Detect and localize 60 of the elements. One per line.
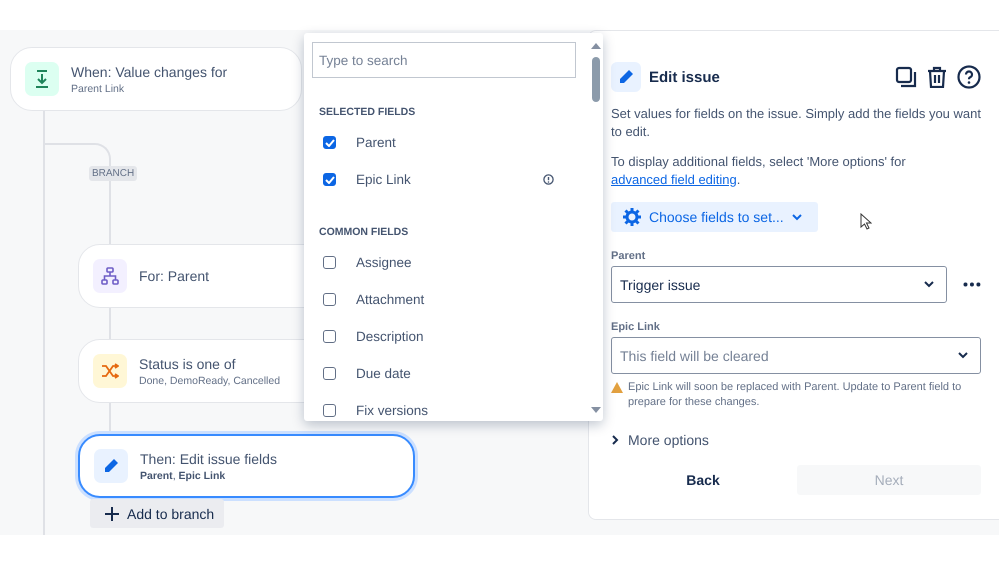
checkbox[interactable] <box>323 404 336 417</box>
field-option-label: Epic Link <box>356 172 412 187</box>
step-title: For: Parent <box>139 268 210 284</box>
scrollbar-thumb[interactable] <box>592 57 600 102</box>
info-icon <box>543 174 554 185</box>
field-option[interactable]: Parent <box>312 124 589 161</box>
chevron-icon <box>611 435 619 445</box>
step-subtitle: Parent, Epic Link <box>140 470 226 482</box>
step-subtitle: Done, DemoReady, Cancelled <box>139 374 280 386</box>
more-options-toggle[interactable]: More options <box>611 432 709 448</box>
choose-fields-button[interactable]: Choose fields to set... <box>611 202 818 232</box>
field-option-label: Assignee <box>356 255 413 270</box>
trigger-title: When: Value changes for <box>71 64 228 80</box>
copy-icon[interactable] <box>895 66 917 88</box>
field-option-label: Parent <box>356 135 397 150</box>
trigger-card[interactable]: When: Value changes for Parent Link <box>10 47 302 111</box>
search-field[interactable]: Type to search <box>312 42 576 78</box>
warning-icon <box>611 382 623 393</box>
trigger-subtitle: Parent Link <box>71 82 126 94</box>
step-title: Then: Edit issue fields <box>140 450 277 466</box>
field-label: Parent <box>611 250 646 262</box>
checkbox[interactable] <box>323 173 336 186</box>
warning-text: Epic Link will soon be replaced with Parent. Update to Parent field to prepare for these changes. <box>628 380 962 410</box>
more-icon[interactable] <box>963 282 981 287</box>
mouse-pointer-icon <box>860 212 872 230</box>
checkbox[interactable] <box>323 367 336 380</box>
select-field[interactable]: Trigger issue <box>611 266 948 303</box>
plus-icon <box>104 506 120 522</box>
help-icon[interactable] <box>957 65 981 89</box>
field-option-label: Fix versions <box>356 403 430 418</box>
checkbox[interactable] <box>323 293 336 306</box>
trash-icon[interactable] <box>927 66 947 88</box>
chevron-down-icon <box>792 214 802 220</box>
hierarchy-icon <box>101 267 119 285</box>
advanced-editing-link[interactable]: advanced field editing <box>611 172 737 187</box>
pencil-icon <box>618 69 634 85</box>
scroll-up-arrow-icon[interactable] <box>591 43 601 49</box>
section-heading: COMMON FIELDS <box>319 226 410 238</box>
panel-note: To display additional fields, select 'More options' for advanced field editing. <box>611 153 907 189</box>
scroll-down-arrow-icon[interactable] <box>591 407 601 413</box>
pencil-icon <box>103 458 119 474</box>
field-option[interactable]: Epic Link <box>312 161 589 198</box>
chevron-down-icon <box>958 352 968 359</box>
checkbox[interactable] <box>323 330 336 343</box>
add-to-branch-button[interactable]: Add to branch <box>90 499 224 528</box>
step-title: Status is one of <box>139 356 237 372</box>
shuffle-icon <box>101 363 119 379</box>
step-card[interactable]: Then: Edit issue fields Parent, Epic Link <box>78 434 415 498</box>
chevron-down-icon <box>924 281 934 288</box>
panel-title: Edit issue <box>649 68 720 86</box>
section-heading: SELECTED FIELDS <box>319 106 416 118</box>
checkbox[interactable] <box>323 136 336 149</box>
panel-description: Set values for fields on the issue. Simply add the fields you want to edit. <box>611 105 981 141</box>
branch-label: BRANCH <box>89 166 138 181</box>
field-label: Epic Link <box>611 321 661 333</box>
field-option-label: Due date <box>356 366 412 381</box>
select-field[interactable]: This field will be cleared <box>611 337 981 374</box>
checkbox[interactable] <box>323 256 336 269</box>
gear-icon <box>623 208 641 226</box>
download-icon <box>33 69 51 89</box>
